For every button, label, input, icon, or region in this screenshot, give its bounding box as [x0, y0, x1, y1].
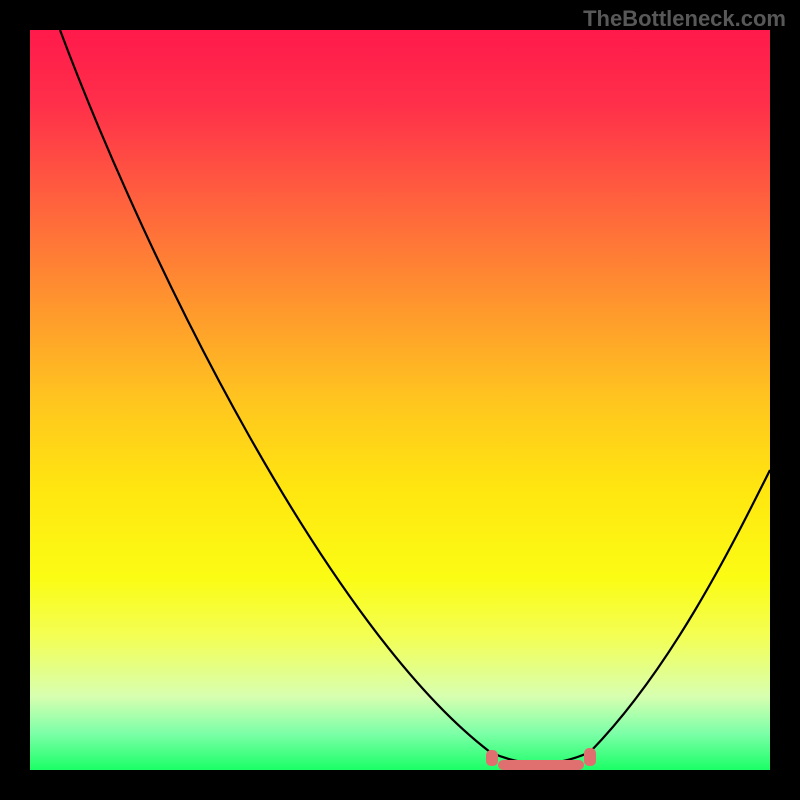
watermark-text: TheBottleneck.com — [583, 6, 786, 32]
stub-marker-left — [486, 750, 498, 766]
bottleneck-curve — [60, 30, 770, 764]
stub-marker-right — [584, 748, 596, 766]
bottleneck-curve-svg — [30, 30, 770, 770]
chart-plot-area — [30, 30, 770, 770]
stub-zone-band — [498, 760, 584, 770]
